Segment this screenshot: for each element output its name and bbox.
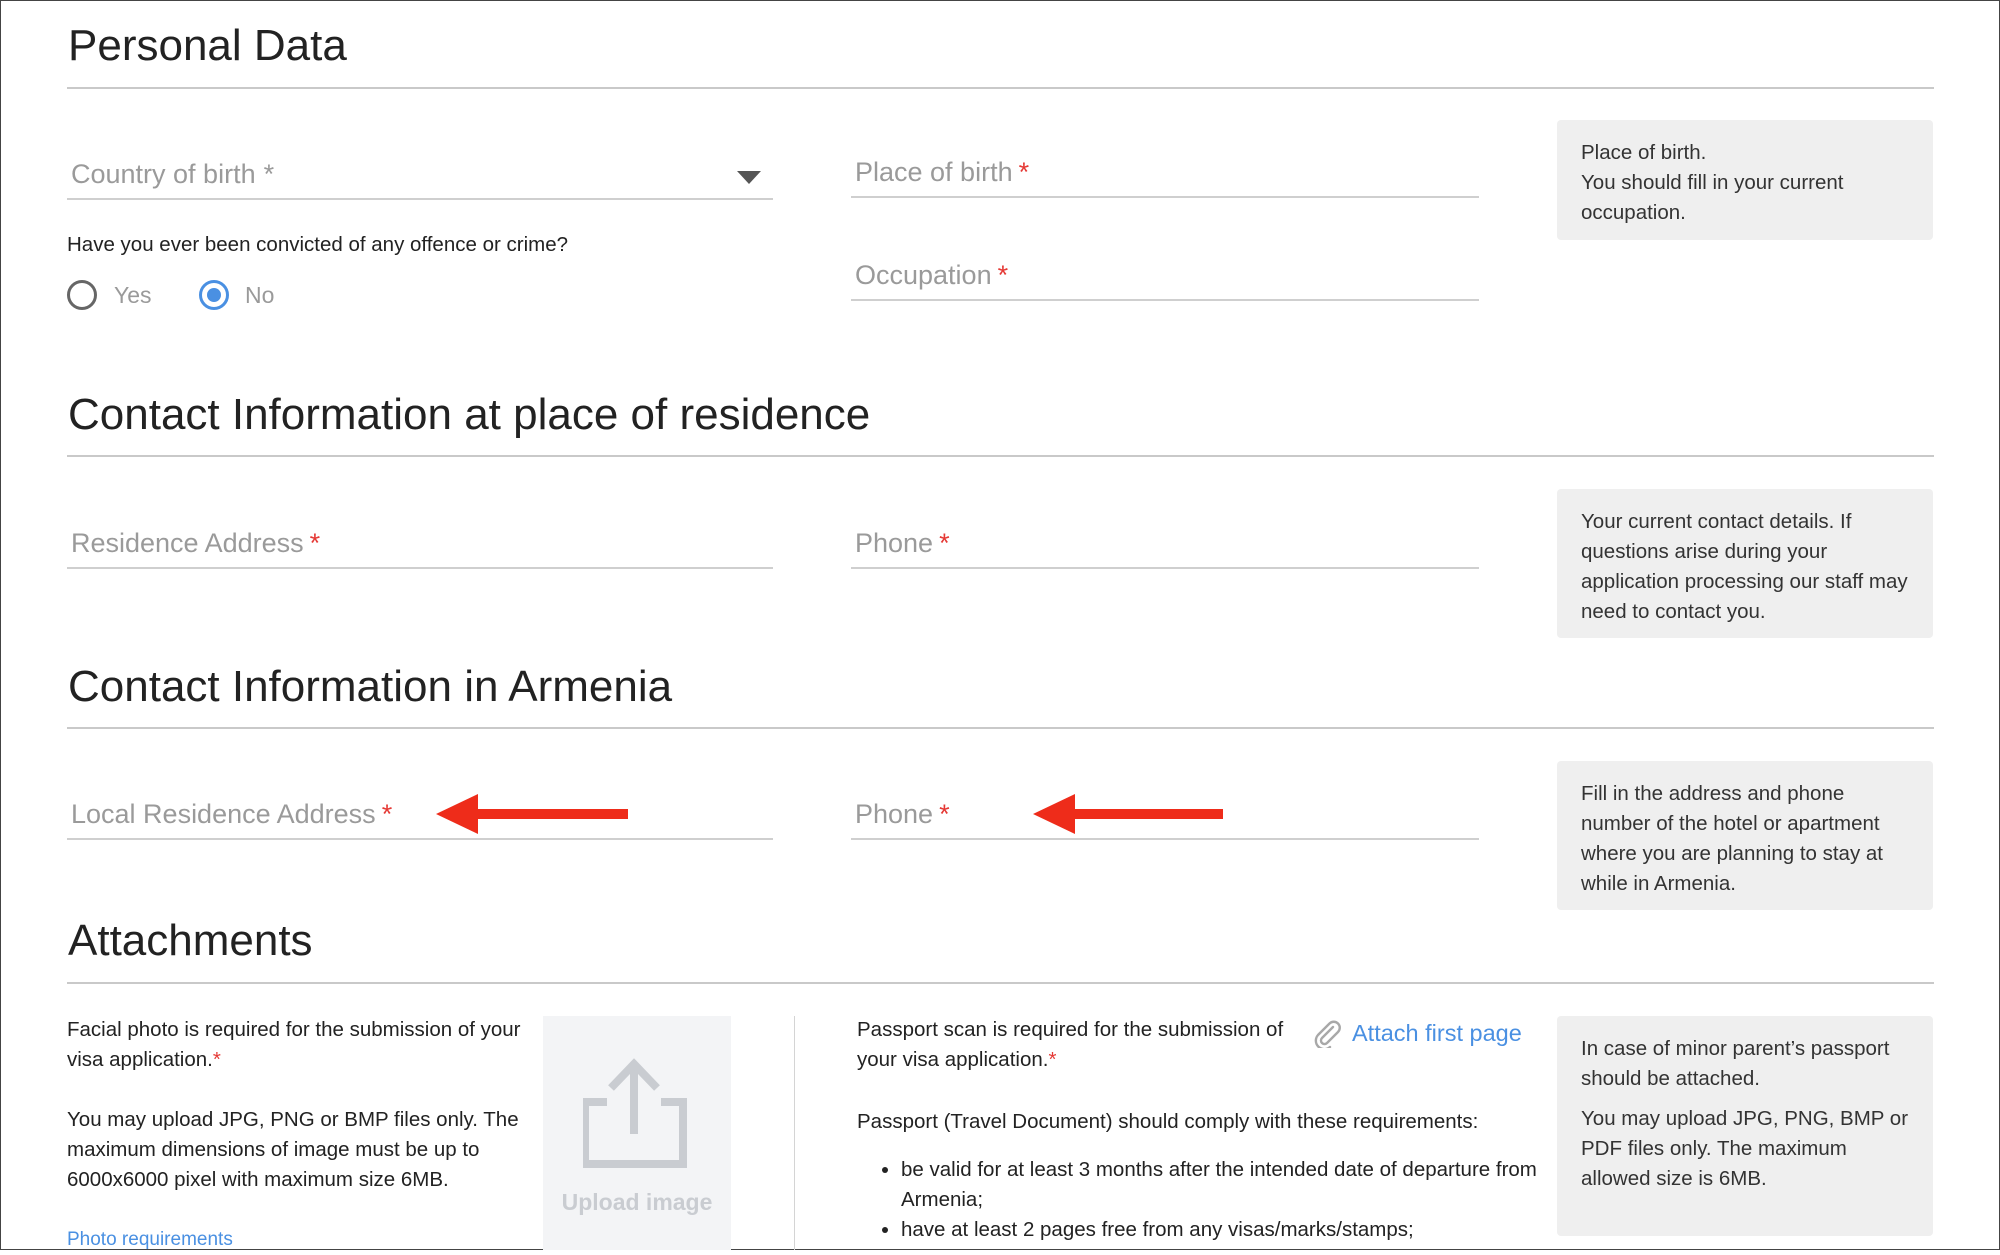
occupation-field[interactable]: Occupation *	[851, 243, 1479, 301]
residence-note: Your current contact details. If questio…	[1557, 489, 1933, 638]
radio-yes-label[interactable]: Yes	[114, 282, 152, 309]
section-divider	[67, 727, 1934, 729]
radio-no-label[interactable]: No	[245, 282, 274, 309]
paperclip-icon	[1314, 1020, 1341, 1048]
red-arrow-annotation	[1033, 794, 1223, 834]
residence-address-field[interactable]: Residence Address *	[67, 511, 773, 569]
conviction-question: Have you ever been convicted of any offe…	[67, 233, 569, 256]
residence-address-label: Residence Address *	[71, 528, 321, 558]
attach-first-page-label[interactable]: Attach first page	[1352, 1020, 1522, 1047]
attachments-note-minor: In case of minor parent’s passport shoul…	[1581, 1037, 1890, 1090]
photo-instructions: Facial photo is required for the submiss…	[67, 1015, 527, 1195]
red-arrow-annotation	[436, 794, 628, 834]
local-residence-address-field[interactable]: Local Residence Address *	[67, 782, 773, 840]
section-divider	[67, 982, 1934, 984]
section-title-contact-residence: Contact Information at place of residenc…	[68, 390, 871, 439]
photo-formats-text: You may upload JPG, PNG or BMP files onl…	[67, 1108, 519, 1191]
passport-requirements-list: be valid for at least 3 months after the…	[857, 1155, 1581, 1245]
country-of-birth-select[interactable]: Country of birth *	[67, 142, 773, 200]
personal-data-note: Place of birth. You should fill in your …	[1557, 120, 1933, 240]
armenia-note: Fill in the address and phone number of …	[1557, 761, 1933, 910]
dropdown-arrow-icon[interactable]	[737, 171, 761, 184]
attachments-note-formats: You may upload JPG, PNG, BMP or PDF file…	[1581, 1107, 1909, 1190]
column-divider	[794, 1016, 795, 1250]
local-residence-address-label: Local Residence Address *	[71, 799, 393, 829]
residence-note-text: Your current contact details. If questio…	[1581, 510, 1908, 623]
country-of-birth-label: Country of birth *	[71, 159, 275, 189]
attachments-note: In case of minor parent’s passport shoul…	[1557, 1016, 1933, 1236]
radio-yes[interactable]	[67, 280, 97, 310]
upload-image-label: Upload image	[561, 1189, 713, 1215]
list-item: be valid for at least 3 months after the…	[901, 1155, 1581, 1215]
radio-no[interactable]	[199, 280, 229, 310]
upload-icon	[583, 1058, 687, 1168]
section-divider	[67, 455, 1934, 457]
section-divider	[67, 87, 1934, 89]
radio-selected-dot	[207, 288, 221, 302]
passport-requirements-intro: Passport (Travel Document) should comply…	[857, 1110, 1479, 1133]
list-item: have at least 2 pages free from any visa…	[901, 1215, 1581, 1245]
section-title-attachments: Attachments	[68, 916, 313, 965]
note-line: Place of birth.	[1581, 141, 1707, 164]
occupation-label: Occupation *	[855, 260, 1009, 290]
photo-requirements-link[interactable]: Photo requirements	[67, 1225, 233, 1255]
armenia-note-text: Fill in the address and phone number of …	[1581, 782, 1883, 895]
section-title-contact-armenia: Contact Information in Armenia	[68, 662, 673, 711]
residence-phone-label: Phone *	[855, 528, 950, 558]
photo-required-text: Facial photo is required for the submiss…	[67, 1018, 521, 1071]
note-line: You should fill in your current occupati…	[1581, 171, 1844, 224]
residence-phone-field[interactable]: Phone *	[851, 511, 1479, 569]
section-title-personal-data: Personal Data	[68, 21, 347, 70]
place-of-birth-label: Place of birth *	[855, 157, 1030, 187]
passport-required-text: Passport scan is required for the submis…	[857, 1018, 1284, 1071]
place-of-birth-field[interactable]: Place of birth *	[851, 140, 1479, 198]
armenia-phone-label: Phone *	[855, 799, 950, 829]
upload-image-dropzone[interactable]: Upload image	[543, 1016, 731, 1250]
